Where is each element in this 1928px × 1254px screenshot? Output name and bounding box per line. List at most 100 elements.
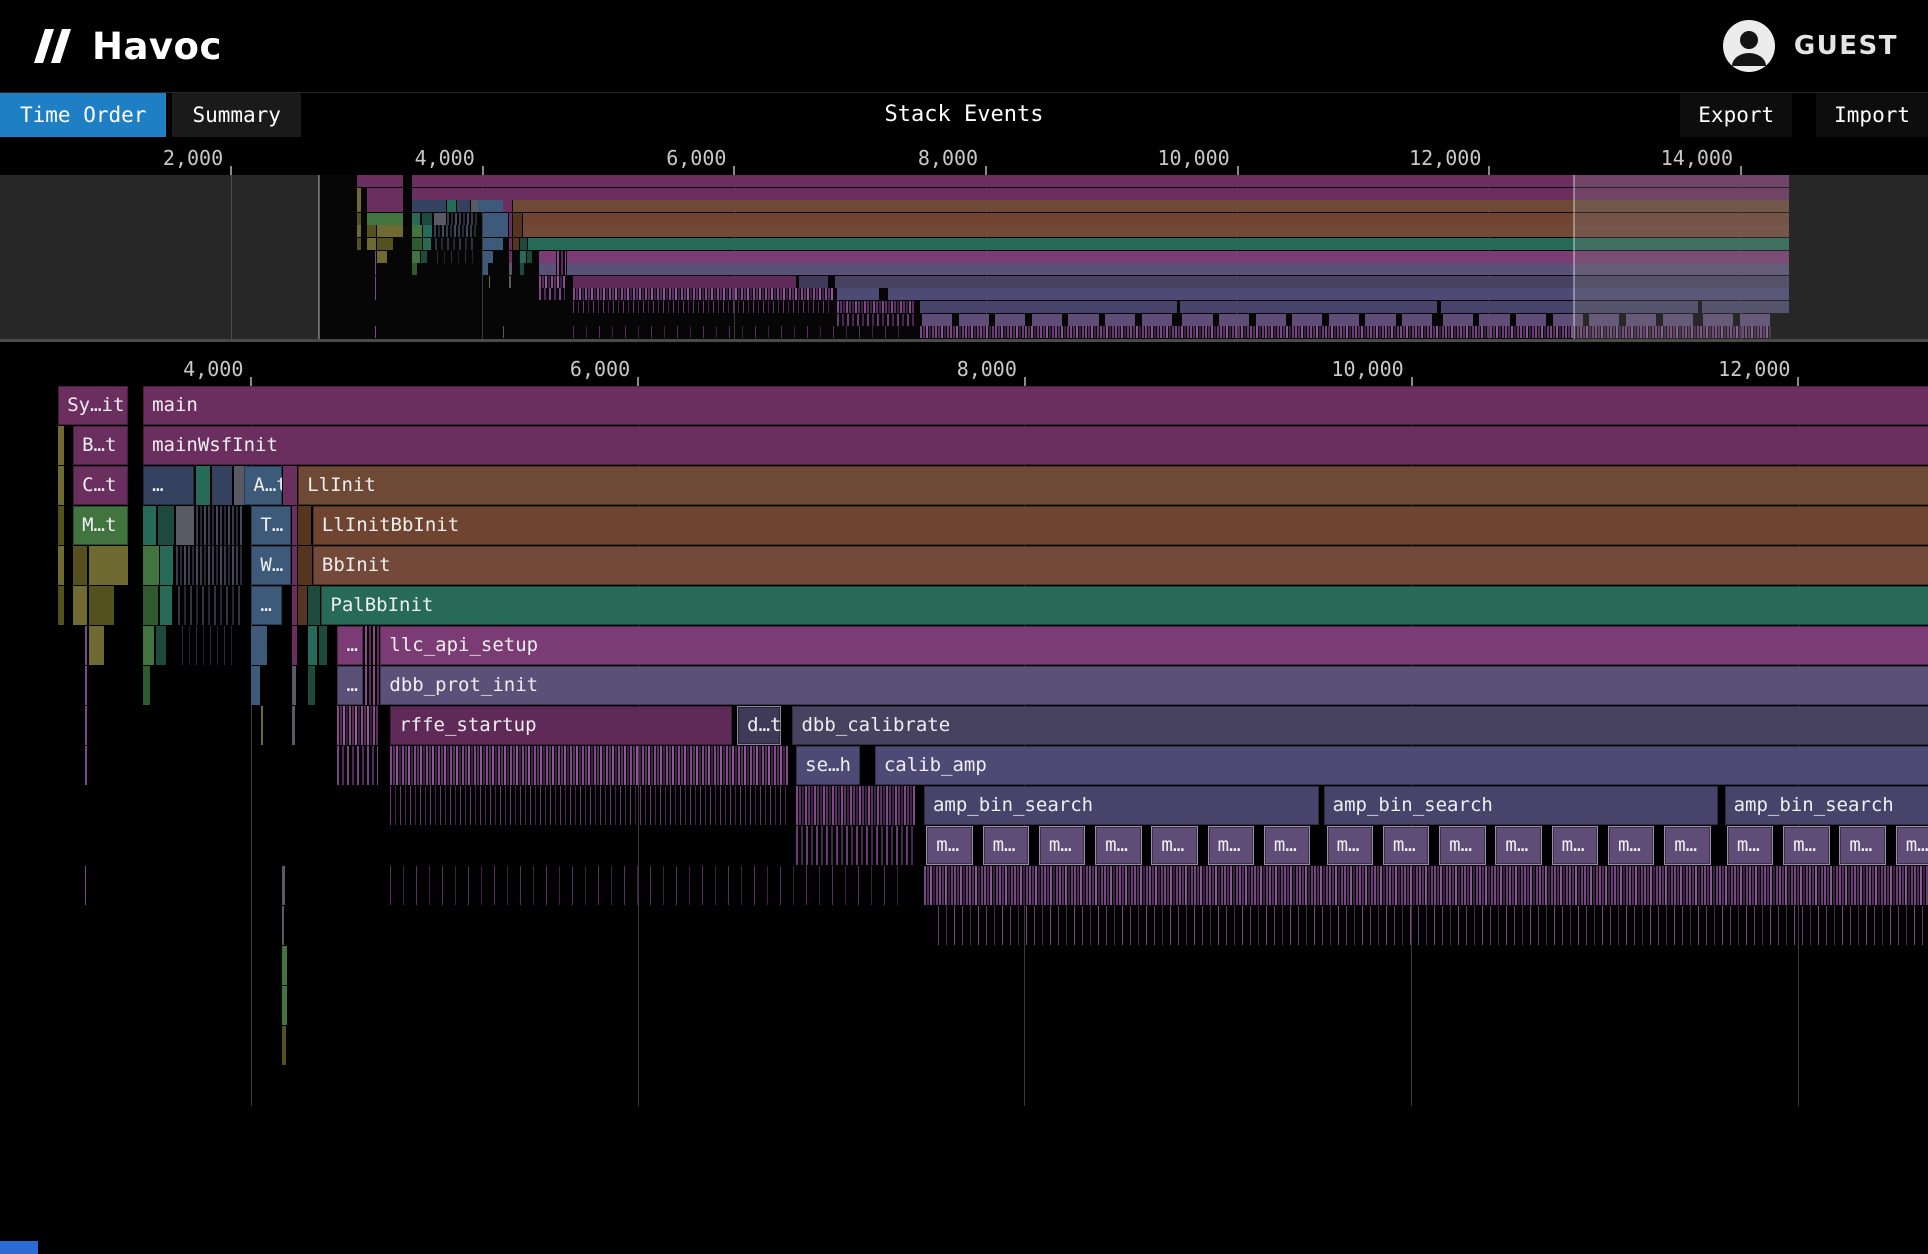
flame-activity-strip: [390, 786, 789, 825]
flame-bar[interactable]: m…: [983, 826, 1029, 865]
flame-bar[interactable]: C…t: [73, 466, 128, 505]
flame-bar[interactable]: m…: [1039, 826, 1085, 865]
flame-bar[interactable]: [1182, 314, 1212, 326]
flame-bar[interactable]: [1219, 314, 1249, 326]
flame-bar[interactable]: m…: [1151, 826, 1197, 865]
flame-bar[interactable]: [1032, 314, 1062, 326]
flame-bar[interactable]: [959, 314, 989, 326]
viewport-handle-left[interactable]: [318, 175, 320, 339]
flame-fragment: [308, 626, 317, 665]
flame-bar[interactable]: m…: [1783, 826, 1829, 865]
flame-bar[interactable]: [1329, 314, 1359, 326]
flame-bar[interactable]: se…h: [796, 746, 860, 785]
flame-bar[interactable]: LlInit: [298, 466, 1928, 505]
flame-bar[interactable]: [483, 225, 509, 237]
flame-bar[interactable]: m…: [926, 826, 972, 865]
flame-bar[interactable]: [539, 251, 556, 263]
flame-bar[interactable]: main: [143, 386, 1928, 425]
minimap-dim-left: [0, 175, 319, 339]
import-button[interactable]: Import: [1816, 93, 1928, 137]
flame-bar[interactable]: calib_amp: [875, 746, 1928, 785]
flame-bar[interactable]: m…: [1208, 826, 1254, 865]
flame-bar[interactable]: m…: [1383, 826, 1429, 865]
flame-bar[interactable]: [1256, 314, 1286, 326]
flame-bar[interactable]: m…: [1727, 826, 1773, 865]
brand: Havoc: [30, 25, 222, 68]
flame-bar[interactable]: m…: [1608, 826, 1654, 865]
flame-bar[interactable]: [995, 314, 1025, 326]
flame-bar[interactable]: [1142, 314, 1172, 326]
flame-bar[interactable]: [539, 263, 556, 275]
flame-bar[interactable]: [483, 238, 503, 250]
flame-bar[interactable]: [367, 200, 403, 212]
flame-fragment: [509, 263, 512, 275]
flame-bar[interactable]: …: [143, 466, 194, 505]
flame-bar[interactable]: m…: [1495, 826, 1541, 865]
flame-bar[interactable]: m…: [1664, 826, 1710, 865]
tab-time-order[interactable]: Time Order: [0, 93, 166, 137]
flame-bar[interactable]: B…t: [73, 426, 128, 465]
flame-activity-strip: [196, 506, 243, 545]
flame-bar[interactable]: m…: [1439, 826, 1485, 865]
flame-bar[interactable]: BbInit: [313, 546, 1928, 585]
flame-bar[interactable]: [483, 213, 509, 225]
flame-bar[interactable]: …: [337, 666, 363, 705]
flame-fragment: [503, 326, 505, 338]
export-button[interactable]: Export: [1680, 93, 1792, 137]
flame-bar[interactable]: [412, 200, 445, 212]
viewport-handle-right[interactable]: [1573, 175, 1575, 339]
flame-bar[interactable]: [367, 188, 403, 200]
flame-fragment: [509, 213, 512, 225]
tab-summary[interactable]: Summary: [172, 93, 301, 137]
flame-bar[interactable]: W…: [251, 546, 290, 585]
flame-bar[interactable]: amp_bin_search: [1324, 786, 1719, 825]
flame-bar[interactable]: [799, 276, 828, 288]
minimap[interactable]: [0, 175, 1928, 342]
flame-bar[interactable]: [1068, 314, 1098, 326]
flame-bar[interactable]: LlInitBbInit: [313, 506, 1928, 545]
flame-bar[interactable]: [367, 213, 403, 225]
flame-bar[interactable]: [922, 314, 952, 326]
avatar-icon[interactable]: [1722, 19, 1776, 73]
flame-bar[interactable]: amp_bin_search: [924, 786, 1319, 825]
flame-bar[interactable]: llc_api_setup: [380, 626, 1928, 665]
flame-bar[interactable]: [1516, 314, 1546, 326]
flame-bar[interactable]: …: [251, 586, 282, 625]
flame-bar[interactable]: [920, 301, 1177, 313]
flame-bar[interactable]: [1180, 301, 1437, 313]
flame-bar[interactable]: [1479, 314, 1509, 326]
flame-bar[interactable]: m…: [1552, 826, 1598, 865]
flame-bar[interactable]: [1443, 314, 1473, 326]
flame-bar[interactable]: [1365, 314, 1395, 326]
flame-bar[interactable]: dbb_prot_init: [380, 666, 1928, 705]
flame-bar[interactable]: amp_bin_search: [1725, 786, 1928, 825]
flame-fragment: [412, 251, 419, 263]
flame-graph[interactable]: Sy…it main B…t mainWsfInit C…t … A…t LlInit M…t T…: [0, 386, 1928, 1106]
flame-bar[interactable]: PalBbInit: [321, 586, 1928, 625]
flame-bar[interactable]: dbb_calibrate: [792, 706, 1928, 745]
flame-bar[interactable]: m…: [1095, 826, 1141, 865]
flame-bar[interactable]: Sy…it: [58, 386, 128, 425]
flame-bar[interactable]: d…t: [737, 706, 781, 745]
flame-bar[interactable]: [1105, 314, 1135, 326]
flame-bar[interactable]: rffe_startup: [390, 706, 732, 745]
flame-activity-strip: [390, 746, 789, 785]
flame-bar[interactable]: m…: [1264, 826, 1310, 865]
flame-fragment: [357, 188, 361, 200]
flame-bar[interactable]: [837, 288, 879, 300]
flame-bar[interactable]: …: [337, 626, 363, 665]
flame-bar[interactable]: [1292, 314, 1322, 326]
flame-fragment: [85, 666, 87, 705]
flame-bar[interactable]: T…: [251, 506, 290, 545]
flame-bar[interactable]: A…t: [244, 466, 282, 505]
flame-bar[interactable]: M…t: [73, 506, 128, 545]
flame-bar[interactable]: mainWsfInit: [143, 426, 1928, 465]
flame-bar[interactable]: [357, 175, 403, 187]
flame-bar[interactable]: [573, 276, 795, 288]
user-menu[interactable]: GUEST: [1722, 19, 1898, 73]
flame-bar[interactable]: m…: [1896, 826, 1928, 865]
flame-bar[interactable]: [1402, 314, 1432, 326]
flame-bar[interactable]: [478, 200, 502, 212]
flame-bar[interactable]: m…: [1839, 826, 1885, 865]
flame-bar[interactable]: m…: [1327, 826, 1373, 865]
